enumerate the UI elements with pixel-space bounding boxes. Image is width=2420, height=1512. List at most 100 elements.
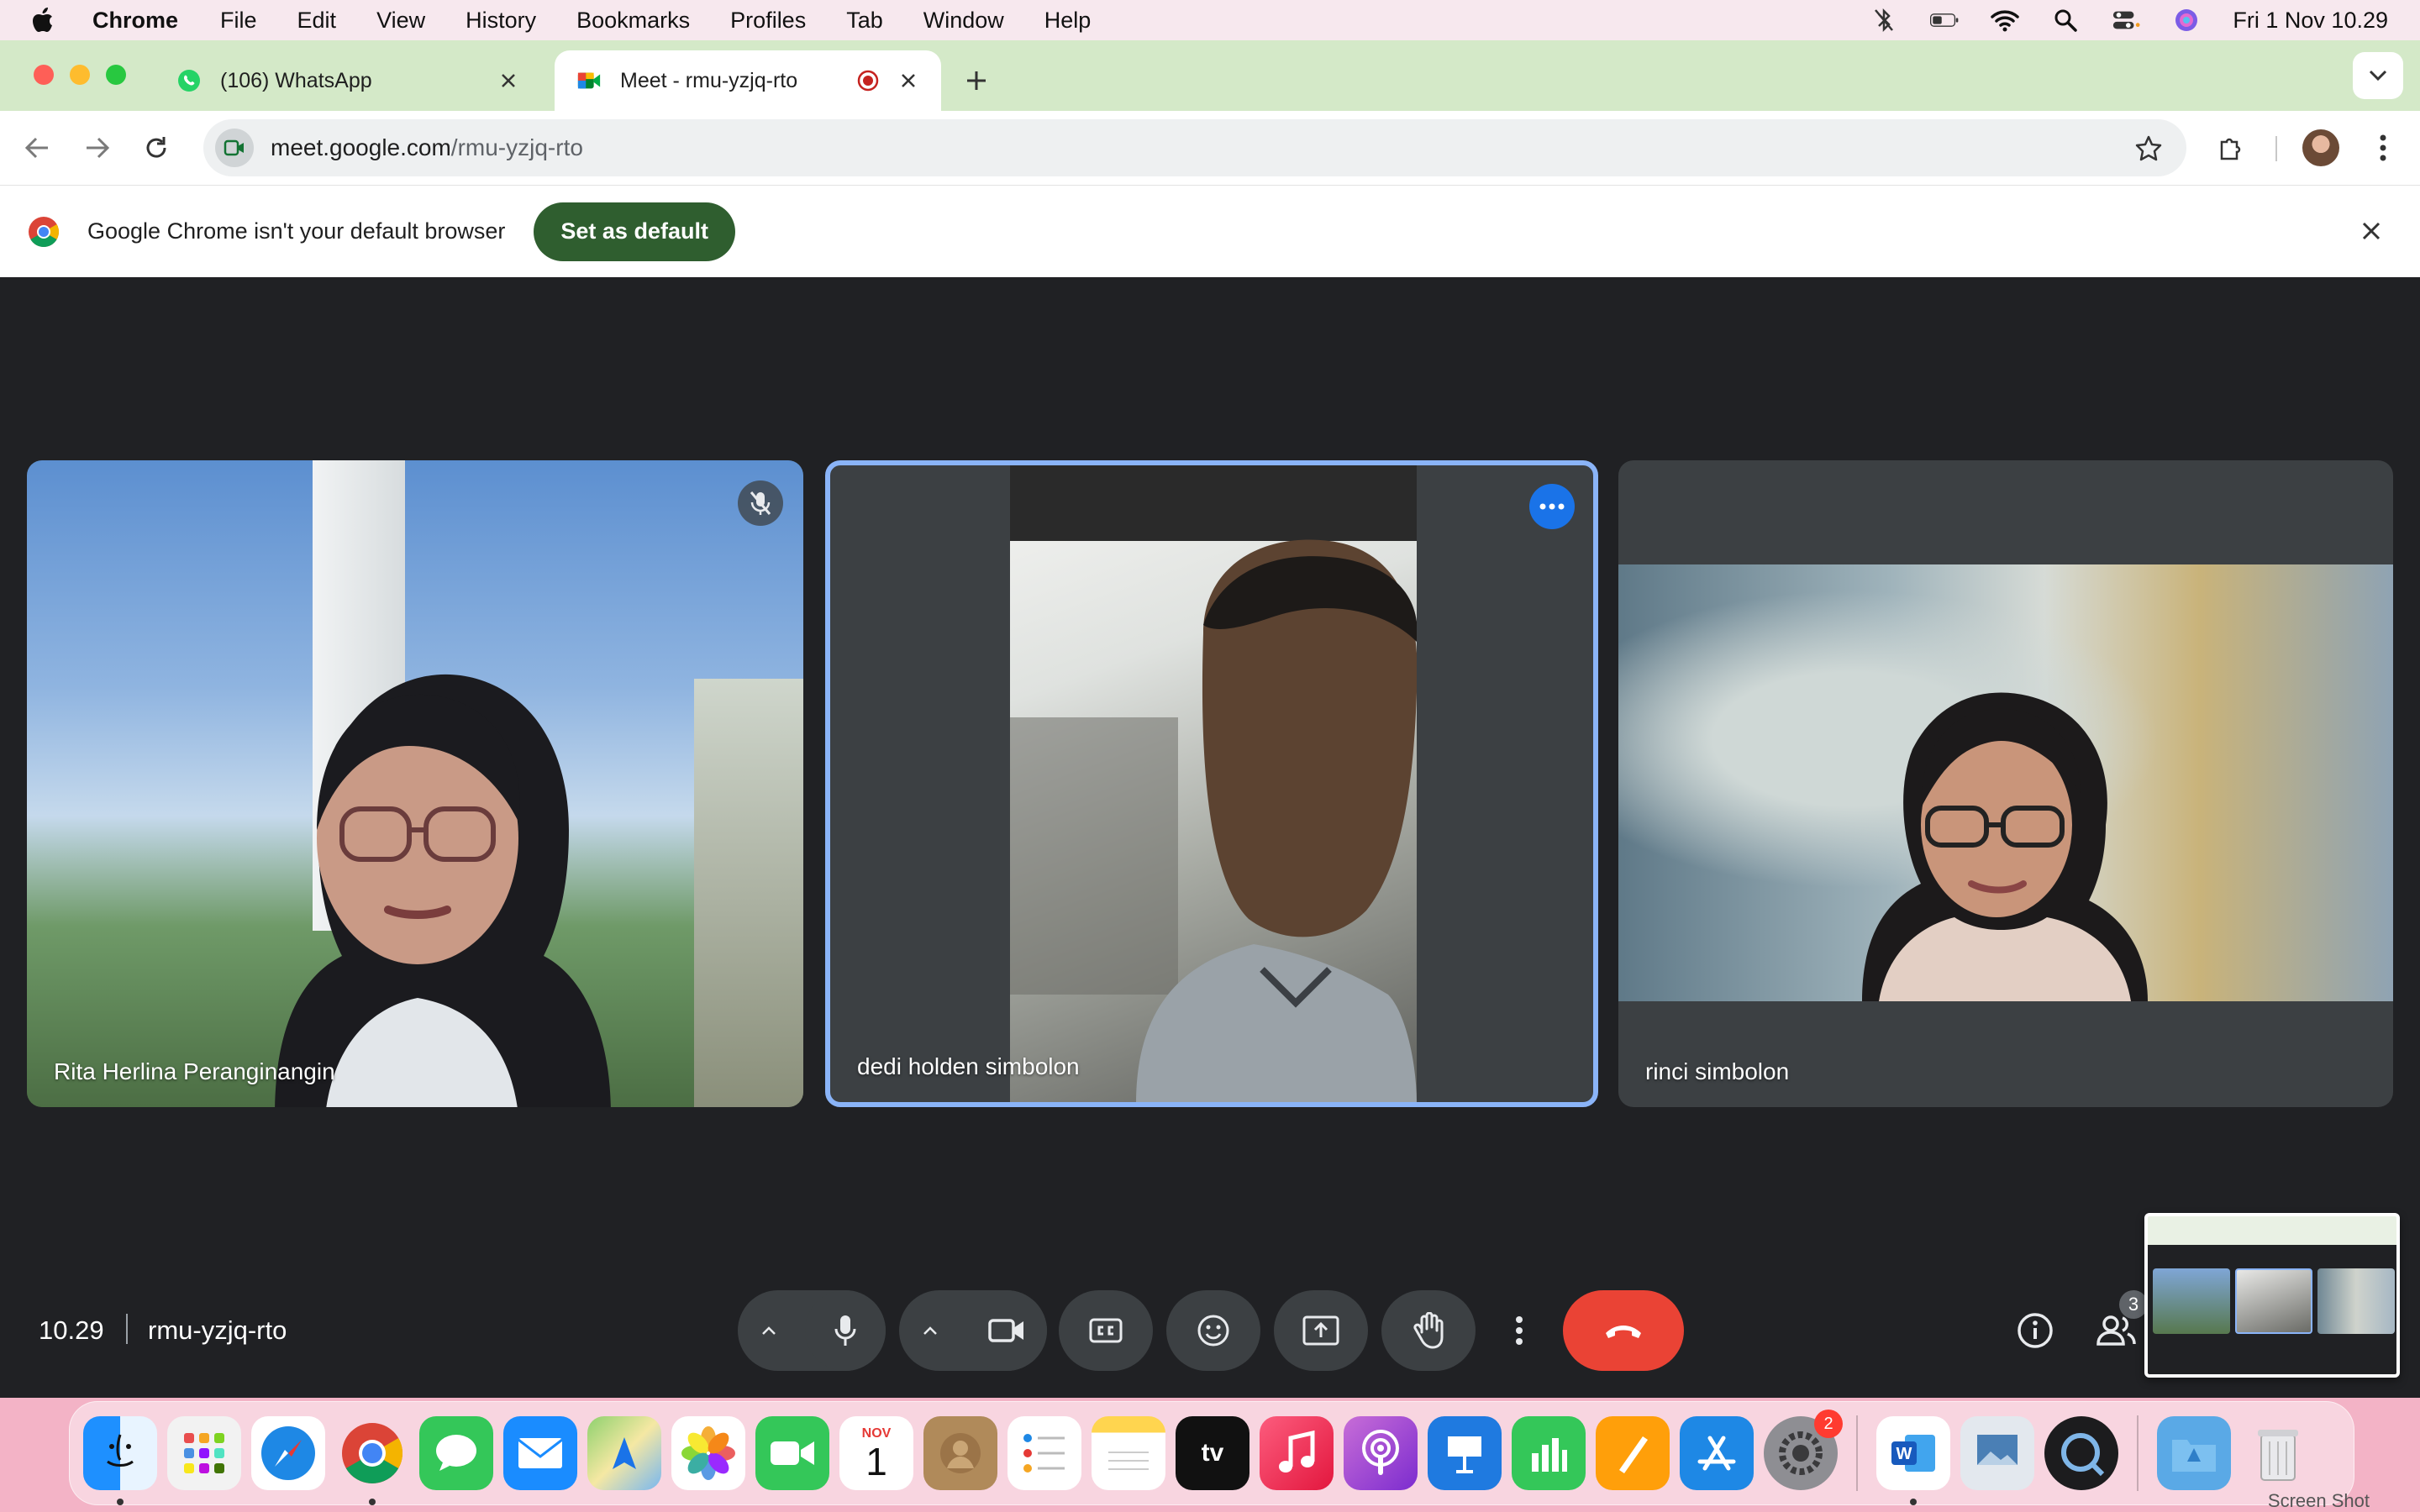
- participant-name: dedi holden simbolon: [857, 1053, 1080, 1079]
- maps-icon[interactable]: [587, 1416, 661, 1490]
- system-settings-icon[interactable]: 2: [1764, 1410, 1843, 1490]
- new-tab-plus-icon[interactable]: [960, 64, 993, 97]
- trash-icon[interactable]: [2241, 1416, 2315, 1490]
- mail-icon[interactable]: [503, 1416, 577, 1490]
- facetime-icon[interactable]: [755, 1416, 829, 1490]
- meeting-details-info-icon[interactable]: [2008, 1304, 2062, 1357]
- end-call-phone-icon: [1606, 1326, 1641, 1338]
- finder-icon[interactable]: [83, 1416, 157, 1505]
- participant-tile-rinci[interactable]: rinci simbolon: [1618, 460, 2393, 1107]
- tab-strip: (106) WhatsApp Meet - rmu-yzjq-rto: [0, 40, 2420, 111]
- more-options-button[interactable]: [1494, 1290, 1544, 1371]
- thumbnail-tile: [2317, 1268, 2395, 1334]
- set-as-default-button[interactable]: Set as default: [534, 202, 735, 261]
- safari-icon[interactable]: [251, 1416, 325, 1490]
- fullscreen-window-button[interactable]: [106, 65, 126, 85]
- photos-icon[interactable]: [671, 1416, 745, 1490]
- chrome-icon[interactable]: [335, 1416, 409, 1505]
- siri-icon[interactable]: [2172, 6, 2201, 34]
- participant-tile-rita[interactable]: Rita Herlina Peranginangin: [27, 460, 803, 1107]
- thumbnail-tile: [2235, 1268, 2312, 1334]
- menu-window[interactable]: Window: [923, 8, 1004, 34]
- microphone-button[interactable]: [805, 1290, 886, 1371]
- tab-whatsapp[interactable]: (106) WhatsApp: [155, 50, 541, 111]
- apple-tv-icon[interactable]: tv: [1176, 1416, 1249, 1490]
- screenshot-preview-thumbnail[interactable]: [2144, 1213, 2400, 1378]
- running-indicator: [1910, 1499, 1917, 1505]
- audio-options-chevron-up-icon[interactable]: [758, 1320, 780, 1341]
- extensions-puzzle-icon[interactable]: [2212, 128, 2252, 168]
- chrome-logo-icon: [27, 215, 60, 249]
- wifi-icon[interactable]: [1991, 6, 2020, 34]
- menu-edit[interactable]: Edit: [297, 8, 337, 34]
- tab-search-chevron-icon[interactable]: [2353, 52, 2403, 99]
- keynote-icon[interactable]: [1428, 1416, 1502, 1490]
- menu-file[interactable]: File: [220, 8, 257, 34]
- bluetooth-off-icon[interactable]: [1870, 6, 1898, 34]
- menu-profiles[interactable]: Profiles: [730, 8, 806, 34]
- dock-divider: [1856, 1415, 1858, 1491]
- menu-history[interactable]: History: [466, 8, 536, 34]
- menu-bookmarks[interactable]: Bookmarks: [576, 8, 690, 34]
- podcasts-icon[interactable]: [1344, 1416, 1418, 1490]
- close-tab-icon[interactable]: [897, 70, 919, 92]
- notes-icon[interactable]: [1092, 1416, 1165, 1490]
- messages-icon[interactable]: [419, 1416, 493, 1490]
- calendar-icon[interactable]: NOV 1: [839, 1416, 913, 1490]
- menu-view[interactable]: View: [376, 8, 425, 34]
- microsoft-word-icon[interactable]: W: [1876, 1416, 1950, 1505]
- close-window-button[interactable]: [34, 65, 54, 85]
- tile-more-options-icon[interactable]: [1529, 484, 1575, 529]
- control-center-icon[interactable]: [2112, 6, 2140, 34]
- menu-bar-clock[interactable]: Fri 1 Nov 10.29: [2233, 8, 2388, 34]
- camera-icon: [988, 1319, 1023, 1342]
- reload-icon[interactable]: [138, 129, 175, 166]
- bookmark-star-icon[interactable]: [2134, 134, 2163, 163]
- apple-menu-icon[interactable]: [32, 7, 55, 34]
- reactions-button[interactable]: [1166, 1290, 1260, 1371]
- launchpad-icon[interactable]: [167, 1416, 241, 1490]
- numbers-icon[interactable]: [1512, 1416, 1586, 1490]
- close-tab-icon[interactable]: [497, 70, 519, 92]
- pages-icon[interactable]: [1596, 1416, 1670, 1490]
- video-options-chevron-up-icon[interactable]: [919, 1320, 941, 1341]
- toolbar-divider: [2275, 136, 2277, 161]
- recording-indicator-icon: [857, 70, 879, 92]
- participant-video-figure: [275, 674, 611, 1107]
- calendar-day: 1: [865, 1440, 887, 1483]
- minimize-window-button[interactable]: [70, 65, 90, 85]
- tab-meet[interactable]: Meet - rmu-yzjq-rto: [555, 50, 941, 111]
- participant-name: Rita Herlina Peranginangin: [54, 1058, 335, 1084]
- contacts-icon[interactable]: [923, 1416, 997, 1490]
- chrome-menu-kebab-icon[interactable]: [2363, 128, 2403, 168]
- emoji-smile-icon: [1197, 1315, 1229, 1347]
- battery-icon[interactable]: [1930, 6, 1959, 34]
- infobar-close-icon[interactable]: [2358, 218, 2385, 244]
- back-arrow-icon[interactable]: [18, 129, 55, 166]
- leave-call-button[interactable]: [1563, 1290, 1684, 1371]
- menu-app-name[interactable]: Chrome: [92, 8, 178, 34]
- menu-tab[interactable]: Tab: [846, 8, 883, 34]
- music-icon[interactable]: [1260, 1416, 1334, 1490]
- quicktime-icon[interactable]: [2044, 1416, 2118, 1490]
- address-bar[interactable]: meet.google.com/rmu-yzjq-rto: [203, 119, 2186, 176]
- preview-icon[interactable]: [1960, 1416, 2034, 1490]
- captions-button[interactable]: [1059, 1290, 1153, 1371]
- participant-video-figure: [1862, 692, 2148, 1001]
- dock-area: NOV 1 tv 2 W Screen Shot: [0, 1398, 2420, 1512]
- app-store-icon[interactable]: [1680, 1416, 1754, 1490]
- present-screen-button[interactable]: [1274, 1290, 1368, 1371]
- participant-video-figure: [1010, 465, 1417, 1102]
- raise-hand-button[interactable]: [1381, 1290, 1476, 1371]
- muted-mic-icon: [738, 480, 783, 526]
- downloads-folder-icon[interactable]: [2157, 1416, 2231, 1490]
- profile-avatar[interactable]: [2302, 129, 2339, 166]
- participant-tile-dedi[interactable]: dedi holden simbolon: [825, 460, 1598, 1107]
- site-info-meet-icon[interactable]: [215, 129, 254, 167]
- menu-help[interactable]: Help: [1044, 8, 1092, 34]
- camera-button[interactable]: [966, 1290, 1047, 1371]
- forward-arrow-icon[interactable]: [79, 129, 116, 166]
- reminders-icon[interactable]: [1007, 1416, 1081, 1490]
- spotlight-search-icon[interactable]: [2051, 6, 2080, 34]
- url-text[interactable]: meet.google.com/rmu-yzjq-rto: [271, 134, 583, 161]
